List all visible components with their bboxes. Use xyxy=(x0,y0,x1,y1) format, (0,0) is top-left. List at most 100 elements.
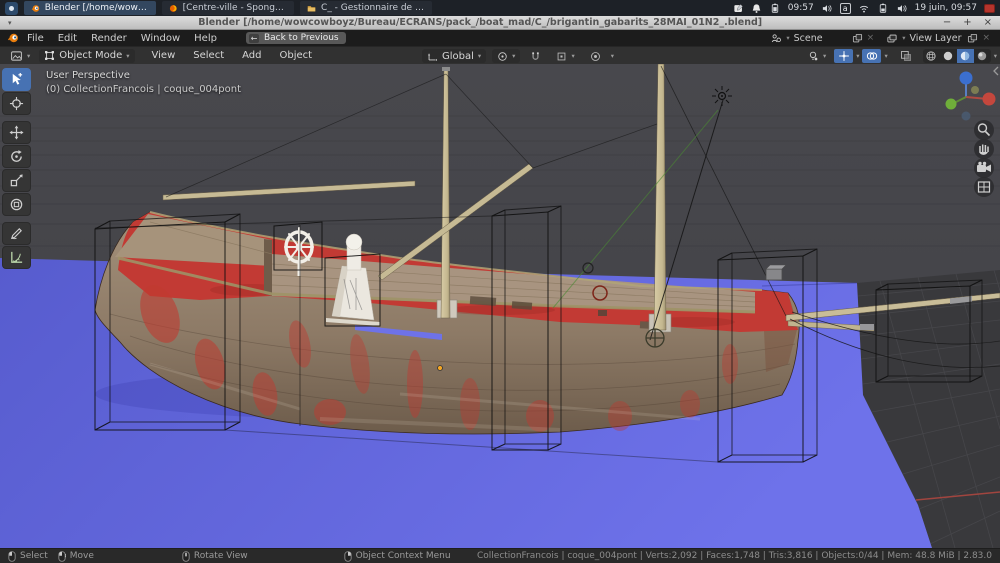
unlink-scene-icon[interactable]: × xyxy=(867,33,875,43)
blender-logo-icon[interactable] xyxy=(6,32,20,44)
system-taskbar: Blender [/home/wowcowbo... [Centre-ville… xyxy=(0,0,1000,16)
point-light[interactable] xyxy=(712,86,732,106)
camera-view-button[interactable] xyxy=(974,158,994,178)
object-origin-dot xyxy=(438,366,443,371)
tool-scale[interactable] xyxy=(2,169,31,192)
material-sphere-icon xyxy=(959,50,971,62)
app-launcher-icon[interactable] xyxy=(5,2,18,15)
view-layer-selector[interactable]: ▾ View Layer × xyxy=(882,33,994,44)
menu-edit[interactable]: Edit xyxy=(51,33,84,44)
fore-mast-cap xyxy=(442,67,450,71)
window-titlebar[interactable]: ▾ Blender [/home/wowcowboyz/Bureau/ECRAN… xyxy=(0,16,1000,30)
topbar-right: ▾ Scene × ▾ View Layer × xyxy=(766,33,994,44)
tool-measure[interactable] xyxy=(2,246,31,269)
toolbar xyxy=(2,68,31,269)
shading-rendered-button[interactable] xyxy=(974,49,991,63)
pivot-point-selector[interactable]: ▾ xyxy=(492,49,520,63)
gizmo-x-axis[interactable] xyxy=(983,93,996,106)
shading-mode-switch xyxy=(923,49,991,63)
shading-wireframe-button[interactable] xyxy=(923,49,940,63)
new-scene-icon[interactable] xyxy=(852,33,863,44)
menu-help[interactable]: Help xyxy=(187,33,224,44)
new-view-layer-icon[interactable] xyxy=(967,33,978,44)
3d-viewport[interactable]: User Perspective (0) CollectionFrancois … xyxy=(0,64,1000,548)
show-gizmo-toggle[interactable] xyxy=(834,49,853,63)
tool-move[interactable] xyxy=(2,121,31,144)
gizmo-chevron-icon[interactable]: ▾ xyxy=(856,52,859,60)
maximize-button[interactable]: + xyxy=(963,18,971,28)
chevron-down-icon: ▾ xyxy=(478,52,481,60)
close-button[interactable]: × xyxy=(984,18,992,28)
snap-toggle[interactable] xyxy=(526,49,545,63)
zoom-button[interactable] xyxy=(974,120,994,140)
mouse-left-icon xyxy=(8,551,16,562)
mode-selector[interactable]: Object Mode ▾ xyxy=(39,49,134,63)
magnet-icon xyxy=(530,51,541,62)
shading-material-button[interactable] xyxy=(957,49,974,63)
editor-type-selector[interactable]: ▾ xyxy=(5,49,35,63)
shading-chevron-icon[interactable]: ▾ xyxy=(994,52,997,60)
menu-window[interactable]: Window xyxy=(134,33,187,44)
move-tool-icon xyxy=(9,125,24,140)
keyboard-layout-indicator[interactable]: a xyxy=(840,3,851,14)
overlays-chevron-icon[interactable]: ▾ xyxy=(884,52,887,60)
blender-topbar: File Edit Render Window Help ← Back to P… xyxy=(0,30,1000,46)
editor-3d-viewport-icon xyxy=(10,50,23,62)
tool-cursor[interactable] xyxy=(2,92,31,115)
tool-select-box[interactable] xyxy=(2,68,31,91)
pan-button[interactable] xyxy=(974,139,994,159)
taskbar-item-blender[interactable]: Blender [/home/wowcowbo... xyxy=(24,1,156,15)
object-type-visibility[interactable]: ▾ xyxy=(802,49,831,63)
menu-select[interactable]: Select xyxy=(184,50,233,61)
viewport-overlay-text: User Perspective (0) CollectionFrancois … xyxy=(46,69,241,97)
xray-toggle[interactable] xyxy=(897,49,916,63)
back-to-previous-button[interactable]: ← Back to Previous xyxy=(246,32,346,44)
gizmo-y-axis[interactable] xyxy=(946,99,957,110)
transform-controls: Global ▾ ▾ ▾ xyxy=(422,49,614,63)
menu-view[interactable]: View xyxy=(143,50,185,61)
proportional-editing-toggle[interactable] xyxy=(586,49,605,63)
proportional-editing-icon xyxy=(590,51,601,62)
chevron-down-icon: ▾ xyxy=(512,52,515,60)
hint-select: Select xyxy=(8,551,48,562)
orthographic-toggle-button[interactable] xyxy=(974,177,994,197)
notes-icon[interactable] xyxy=(733,3,744,14)
menu-file[interactable]: File xyxy=(20,33,51,44)
tool-transform[interactable] xyxy=(2,193,31,216)
transform-orientation-selector[interactable]: Global ▾ xyxy=(422,49,486,63)
orientation-icon xyxy=(427,51,438,62)
wifi-icon[interactable] xyxy=(858,3,870,14)
volume-icon[interactable] xyxy=(821,3,833,14)
status-bar: Select Move Rotate View Object Context M… xyxy=(0,548,1000,563)
volume2-icon[interactable] xyxy=(896,3,908,14)
viewport-scene xyxy=(0,64,1000,548)
show-overlays-toggle[interactable] xyxy=(862,49,881,63)
scene-name[interactable]: Scene xyxy=(794,33,848,44)
falloff-chevron-icon[interactable]: ▾ xyxy=(611,52,614,60)
gizmo-z-axis[interactable] xyxy=(960,72,973,85)
crossed-circle-empty[interactable] xyxy=(646,329,664,347)
blender-icon xyxy=(31,3,40,14)
taskbar-item-firefox[interactable]: [Centre-ville - Sponge|blueT... xyxy=(162,1,294,15)
remove-view-layer-icon[interactable]: × xyxy=(982,33,990,43)
menu-object[interactable]: Object xyxy=(271,50,322,61)
tool-annotate[interactable] xyxy=(2,222,31,245)
snap-target-selector[interactable]: ▾ xyxy=(551,49,579,63)
view-layer-name[interactable]: View Layer xyxy=(909,33,963,44)
menu-render[interactable]: Render xyxy=(84,33,134,44)
back-arrow-icon: ← xyxy=(249,34,259,43)
taskbar-item-files[interactable]: C_ - Gestionnaire de fichiers xyxy=(300,1,432,15)
battery-icon[interactable] xyxy=(769,3,781,14)
minimize-button[interactable]: − xyxy=(943,18,951,28)
window-menu-icon[interactable]: ▾ xyxy=(8,19,12,27)
chevron-down-icon: ▾ xyxy=(27,52,30,60)
solid-sphere-icon xyxy=(942,50,954,62)
scene-selector[interactable]: ▾ Scene × xyxy=(766,33,878,44)
notification-bell-icon[interactable] xyxy=(751,3,762,14)
firefox-icon xyxy=(169,3,178,14)
battery2-icon[interactable] xyxy=(877,3,889,14)
tool-rotate[interactable] xyxy=(2,145,31,168)
shading-solid-button[interactable] xyxy=(940,49,957,63)
menu-add[interactable]: Add xyxy=(233,50,270,61)
tray-app-icon[interactable] xyxy=(984,4,995,13)
